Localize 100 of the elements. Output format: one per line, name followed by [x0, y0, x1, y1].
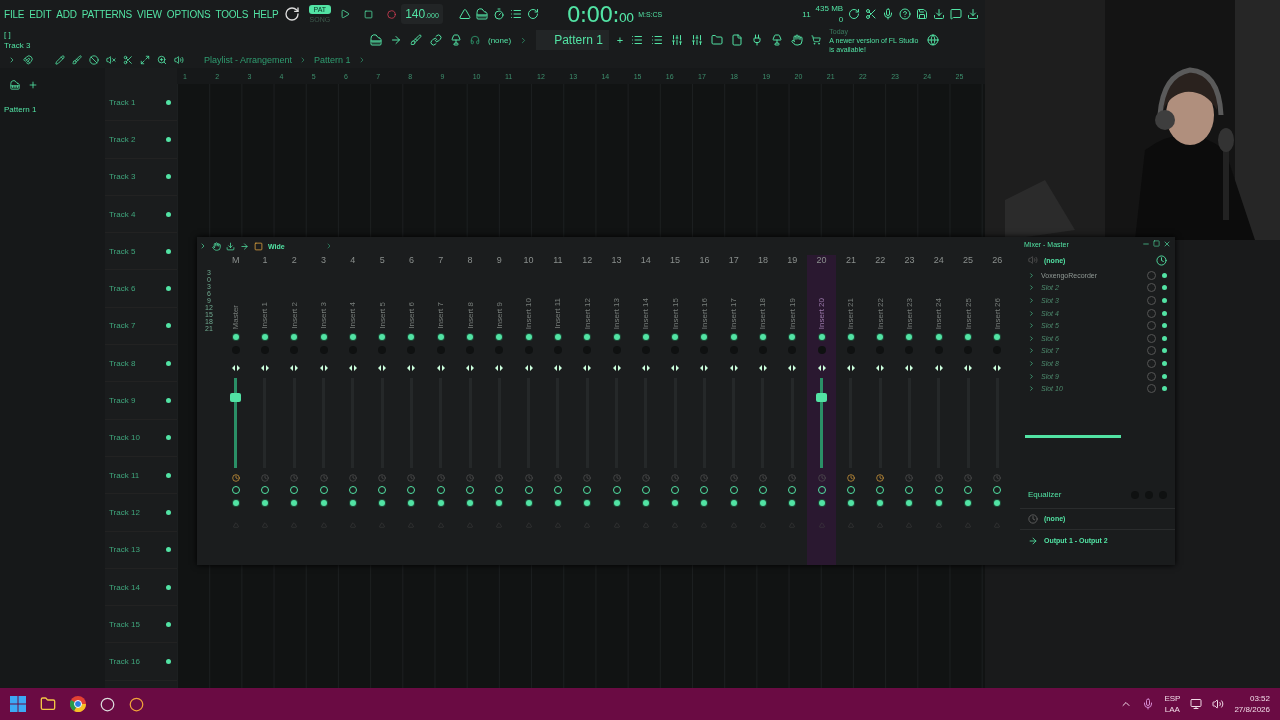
strip-number: 19	[787, 255, 798, 267]
mixer-strip[interactable]: 4 Insert 4	[338, 255, 368, 565]
strip-number: 4	[350, 255, 356, 267]
menu-item[interactable]: TOOLS	[215, 8, 249, 20]
mixer-strip[interactable]: 13 Insert 13	[601, 255, 632, 565]
browser-item[interactable]: Pattern 1	[0, 102, 105, 117]
breadcrumb-item[interactable]: Playlist - Arrangement	[204, 55, 293, 65]
clock-time[interactable]: 03:52	[1249, 693, 1270, 704]
mixer-strip[interactable]: 3 Insert 3	[308, 255, 339, 565]
menu-item[interactable]: OPTIONS	[166, 8, 211, 20]
breadcrumb-item[interactable]: Pattern 1	[314, 55, 351, 65]
track-name: Track 4	[109, 209, 136, 219]
strip-number: 12	[582, 255, 593, 267]
strip-name: Insert 9	[494, 302, 504, 329]
strip-number: 13	[611, 255, 622, 267]
mixer-strip[interactable]: 15 Insert 15	[660, 255, 690, 565]
mixer-strip[interactable]: 1 Insert 1	[250, 255, 280, 565]
strip-name: Insert 15	[670, 297, 680, 329]
mixer-strip[interactable]: 10 Insert 10	[513, 255, 544, 565]
snap-selector[interactable]: (none)	[488, 35, 512, 45]
strip-name: Insert 24	[934, 297, 944, 329]
strip-number: 7	[438, 255, 444, 267]
menu-item[interactable]: VIEW	[137, 8, 162, 20]
strip-name: Insert 4	[348, 302, 358, 329]
pattern-selector[interactable]: Pattern 1	[536, 30, 609, 50]
menu-item[interactable]: FILE	[4, 8, 25, 20]
mixer-strip[interactable]: 6 Insert 6	[396, 255, 427, 565]
mixer-strip[interactable]: 11 Insert 11	[543, 255, 573, 565]
mixer-strip[interactable]: 22 Insert 22	[865, 255, 895, 565]
mixer-strip[interactable]: 9 Insert 9	[484, 255, 514, 565]
strip-name: Insert 21	[846, 297, 856, 329]
strip-number: 11	[553, 255, 563, 267]
strip-name: Insert 5	[377, 302, 387, 329]
track-name: Track 9	[109, 396, 136, 405]
track-name: Track 5	[109, 246, 136, 256]
cpu-reading: 11	[802, 9, 811, 19]
equalizer-label: Equalizer	[1028, 490, 1063, 500]
strip-number: 21	[845, 255, 856, 267]
polyphony-reading: 0	[838, 14, 844, 25]
mixer-strip[interactable]: 26 Insert 26	[982, 255, 1012, 565]
strip-name: Insert 19	[787, 297, 797, 329]
mixer-strip[interactable]: 19 Insert 19	[777, 255, 807, 565]
mixer-strip[interactable]: 14 Insert 14	[631, 255, 661, 565]
strip-name: Insert 1	[260, 302, 270, 329]
mixer-strip[interactable]: 5 Insert 5	[367, 255, 397, 565]
track-name: Track 1	[109, 97, 136, 107]
strip-number: 5	[379, 255, 385, 267]
language-indicator[interactable]: ESP	[1164, 693, 1181, 704]
strip-number: M	[231, 255, 240, 267]
mixer-strip[interactable]: M Master	[221, 255, 251, 565]
mixer-strip[interactable]: 8 Insert 8	[455, 255, 485, 565]
strip-number: 20	[816, 255, 827, 267]
mixer-strip[interactable]: 24 Insert 24	[924, 255, 954, 565]
strip-name: Insert 23	[904, 297, 914, 329]
strip-name: Insert 22	[875, 297, 885, 329]
track-name: Track 14	[109, 582, 140, 592]
add-pattern-button[interactable]: +	[616, 34, 624, 46]
track-name: Track 6	[109, 284, 136, 294]
strip-number: 18	[758, 255, 768, 267]
mixer-strip[interactable]: 7 Insert 7	[426, 255, 456, 565]
strip-number: 3	[321, 255, 327, 267]
hint-text: Track 3	[4, 40, 31, 51]
strip-number: 22	[875, 255, 886, 267]
strip-name: Insert 8	[465, 302, 475, 329]
track-name: Track 8	[109, 358, 136, 368]
menu-item[interactable]: HELP	[253, 8, 279, 20]
strip-name: Insert 25	[963, 297, 973, 329]
strip-number: 15	[670, 255, 681, 267]
strip-number: 16	[699, 255, 710, 267]
memory-reading: 435 MB	[815, 3, 844, 14]
mixer-strip[interactable]: 21 Insert 21	[836, 255, 866, 565]
strip-name: Insert 3	[319, 302, 329, 329]
strip-number: 10	[523, 255, 534, 267]
mixer-strip[interactable]: 25 Insert 25	[953, 255, 983, 565]
track-name: Track 12	[109, 507, 140, 517]
clock-date[interactable]: 27/8/2026	[1234, 704, 1270, 715]
strip-number: 14	[640, 255, 651, 267]
menu-item[interactable]: ADD	[56, 8, 77, 20]
mixer-strip[interactable]: 12 Insert 12	[572, 255, 602, 565]
strip-name: Insert 20	[817, 297, 827, 329]
strip-number: 6	[408, 255, 414, 267]
mixer-strip[interactable]: 20 Insert 20	[806, 255, 837, 565]
song-time: 0:00:00	[566, 1, 634, 27]
strip-name: Insert 7	[436, 302, 446, 329]
strip-number: 23	[904, 255, 915, 267]
mixer-strip[interactable]: 23 Insert 23	[894, 255, 925, 565]
mixer-strip[interactable]: 17 Insert 17	[719, 255, 749, 565]
layout-indicator[interactable]: LAA	[1164, 704, 1180, 715]
mixer-strip[interactable]: 2 Insert 2	[279, 255, 309, 565]
strip-number: 9	[496, 255, 502, 267]
mixer-strip[interactable]: 18 Insert 18	[748, 255, 778, 565]
menu-item[interactable]: EDIT	[29, 8, 52, 20]
strip-name: Insert 14	[641, 297, 651, 329]
strip-name: Insert 12	[582, 297, 592, 329]
strip-name: Insert 18	[758, 297, 768, 329]
mixer-strip[interactable]: 16 Insert 16	[689, 255, 720, 565]
track-name: Track 15	[109, 619, 140, 629]
strip-name: Insert 26	[992, 297, 1002, 329]
strip-name: Insert 16	[699, 297, 709, 329]
menu-item[interactable]: PATTERNS	[81, 8, 133, 20]
